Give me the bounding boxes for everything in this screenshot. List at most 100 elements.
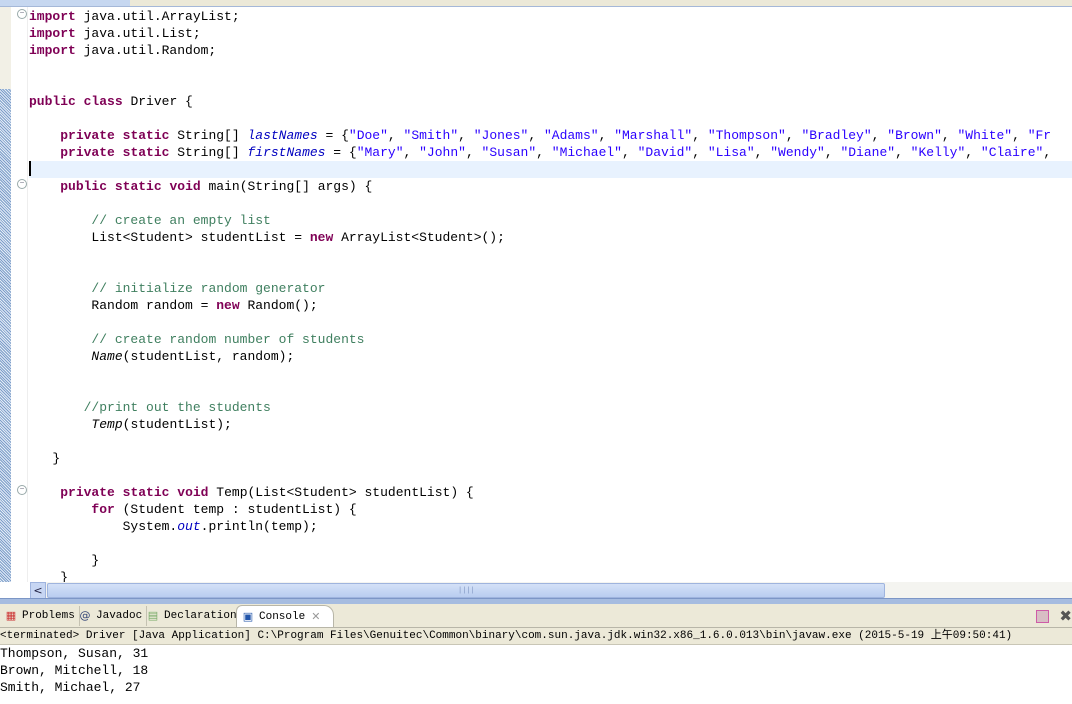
code-line[interactable] <box>29 76 1072 93</box>
comment: // initialize random generator <box>91 281 326 296</box>
code-line[interactable]: Temp(studentList); <box>29 416 1072 433</box>
code-line[interactable] <box>29 246 1072 263</box>
code-line[interactable] <box>29 467 1072 484</box>
code-line[interactable]: Name(studentList, random); <box>29 348 1072 365</box>
code-text: .println(temp); <box>200 519 318 534</box>
scrollbar-thumb[interactable]: |||| <box>47 583 885 598</box>
problems-icon: ▦ <box>5 609 17 622</box>
code-editor[interactable]: import java.util.ArrayList; import java.u… <box>29 8 1072 582</box>
code-line[interactable] <box>29 365 1072 382</box>
code-line[interactable]: } <box>29 552 1072 569</box>
code-line[interactable]: // initialize random generator <box>29 280 1072 297</box>
code-text: (Student temp : studentList) { <box>114 502 357 517</box>
tab-console[interactable]: ▣ Console ✕ <box>236 605 334 627</box>
code-line[interactable] <box>29 382 1072 399</box>
tab-problems[interactable]: ▦ Problems <box>0 606 80 626</box>
console-toolbar: ✖ <box>1036 607 1072 625</box>
code-line[interactable] <box>29 535 1072 552</box>
declaration-icon: ▤ <box>147 609 159 622</box>
fold-collapse-icon[interactable]: − <box>17 9 27 19</box>
code-text: , <box>387 128 404 143</box>
code-line[interactable]: Random random = new Random(); <box>29 297 1072 314</box>
string-literal: "White" <box>957 128 1013 143</box>
keyword: private <box>60 485 115 500</box>
javadoc-icon: @ <box>79 609 91 622</box>
bottom-panel-tabs: ▦ Problems @ Javadoc ▤ Declaration ▣ Console… <box>0 604 1072 628</box>
code-text: , <box>536 145 552 160</box>
code-text: = { <box>325 145 357 160</box>
fold-collapse-icon[interactable]: − <box>17 179 27 189</box>
field-ref: out <box>177 519 201 534</box>
code-line[interactable]: //print out the students <box>29 399 1072 416</box>
console-line: Brown, Mitchell, 18 <box>0 663 149 678</box>
overview-ruler <box>0 7 11 582</box>
horizontal-scrollbar[interactable]: < |||| <box>30 582 1072 599</box>
code-line[interactable] <box>29 161 1072 178</box>
keyword: static <box>122 128 170 143</box>
string-literal: "Smith" <box>403 128 459 143</box>
code-text: = { <box>317 128 349 143</box>
active-editor-tab[interactable] <box>0 0 130 6</box>
code-line[interactable]: import java.util.ArrayList; <box>29 8 1072 25</box>
code-line[interactable] <box>29 263 1072 280</box>
code-line[interactable] <box>29 433 1072 450</box>
code-text: , <box>1043 145 1052 160</box>
editor-tab-strip <box>0 0 1072 7</box>
code-line[interactable]: private static String[] firstNames = {"M… <box>29 144 1072 161</box>
code-line[interactable] <box>29 110 1072 127</box>
code-text: , <box>965 145 981 160</box>
terminate-icon[interactable] <box>1036 609 1050 623</box>
code-line[interactable]: // create an empty list <box>29 212 1072 229</box>
string-literal: "Kelly" <box>910 145 966 160</box>
keyword: new <box>309 230 334 245</box>
code-line[interactable]: public static void main(String[] args) { <box>29 178 1072 195</box>
code-text: Random random = <box>29 298 217 313</box>
code-line[interactable]: for (Student temp : studentList) { <box>29 501 1072 518</box>
code-line[interactable]: private static String[] lastNames = {"Do… <box>29 127 1072 144</box>
tab-declaration[interactable]: ▤ Declaration <box>142 606 242 626</box>
console-output[interactable]: Thompson, Susan, 31 Brown, Mitchell, 18 … <box>0 645 1072 704</box>
scroll-left-icon[interactable]: < <box>30 582 46 599</box>
code-text: ArrayList<Student>(); <box>333 230 505 245</box>
code-text: , <box>871 128 888 143</box>
code-text: , <box>458 128 474 143</box>
code-text: , <box>598 128 615 143</box>
fold-collapse-icon[interactable]: − <box>17 485 27 495</box>
keyword: private <box>60 145 115 160</box>
code-line[interactable] <box>29 314 1072 331</box>
string-literal: "Diane" <box>840 145 896 160</box>
method-call: Temp <box>91 417 123 432</box>
text-cursor <box>29 161 31 176</box>
tab-javadoc[interactable]: @ Javadoc <box>74 606 148 626</box>
close-tab-icon[interactable]: ✕ <box>311 610 320 623</box>
keyword: import <box>29 26 76 41</box>
code-text: (studentList); <box>122 417 232 432</box>
code-text: , <box>941 128 958 143</box>
code-text: } <box>29 570 69 582</box>
code-line[interactable] <box>29 59 1072 76</box>
console-line: Thompson, Susan, 31 <box>0 646 149 661</box>
code-line[interactable]: System.out.println(temp); <box>29 518 1072 535</box>
string-literal: "Michael" <box>551 145 622 160</box>
code-line[interactable] <box>29 195 1072 212</box>
code-line[interactable]: List<Student> studentList = new ArrayLis… <box>29 229 1072 246</box>
code-line[interactable]: private static void Temp(List<Student> s… <box>29 484 1072 501</box>
code-line[interactable]: import java.util.Random; <box>29 42 1072 59</box>
code-line[interactable]: } <box>29 569 1072 582</box>
console-line: Smith, Michael, 27 <box>0 680 141 695</box>
tab-label: Javadoc <box>96 610 143 622</box>
comment: // create an empty list <box>91 213 271 228</box>
code-line[interactable]: // create random number of students <box>29 331 1072 348</box>
code-line[interactable]: } <box>29 450 1072 467</box>
string-literal: "Adams" <box>543 128 599 143</box>
remove-launch-icon[interactable]: ✖ <box>1059 607 1072 625</box>
code-line[interactable]: import java.util.List; <box>29 25 1072 42</box>
code-line[interactable]: public class Driver { <box>29 93 1072 110</box>
code-text: String[] <box>169 145 248 160</box>
